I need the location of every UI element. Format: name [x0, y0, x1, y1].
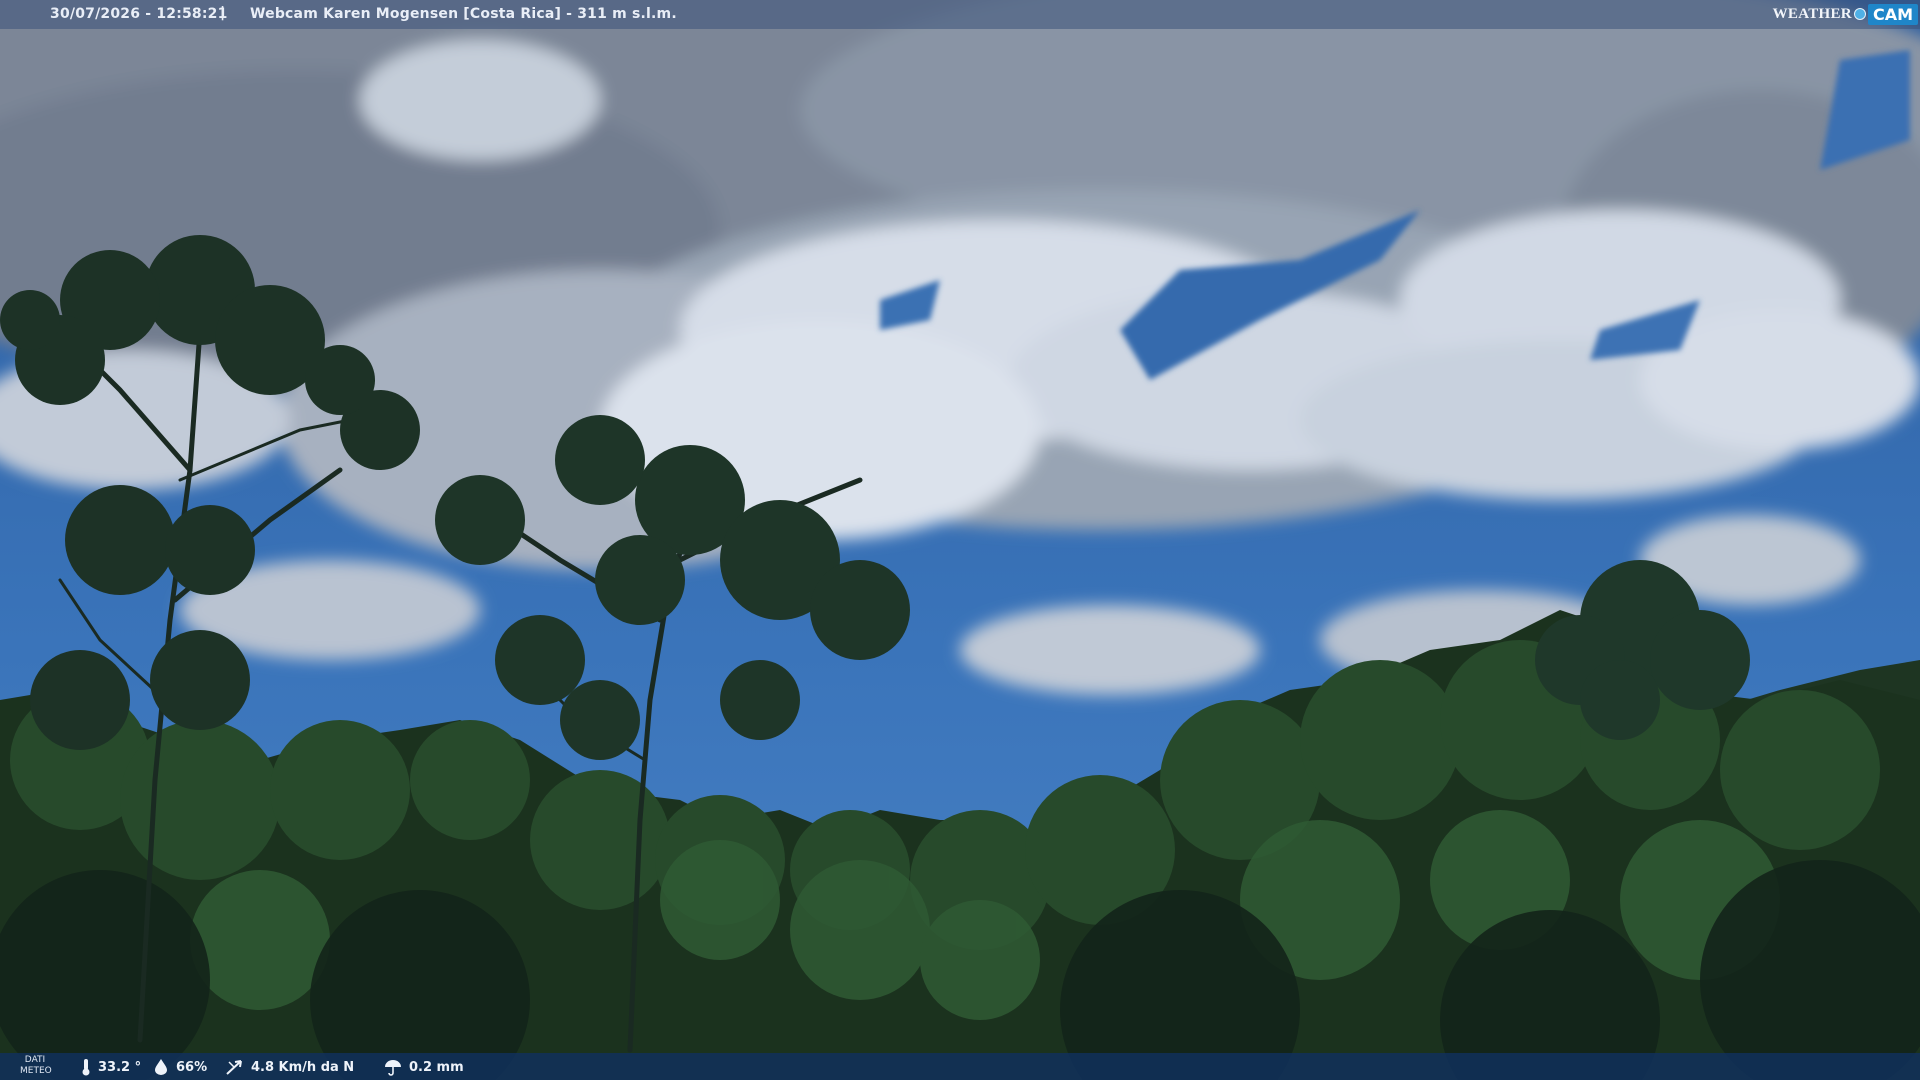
rain-value: 0.2 mm	[409, 1059, 464, 1075]
weathercam-logo: WEATHER CAM	[1773, 2, 1918, 26]
umbrella-icon	[385, 1060, 401, 1076]
timestamp: 30/07/2026 - 12:58:21	[50, 6, 228, 22]
wind-arrow-icon	[226, 1060, 242, 1075]
humidity-reading: 66%	[152, 1058, 207, 1076]
rain-reading: 0.2 mm	[383, 1058, 464, 1076]
thermometer-icon	[82, 1059, 90, 1076]
temperature-value: 33.2 °	[98, 1059, 142, 1075]
humidity-drop-icon	[155, 1059, 167, 1075]
top-info-bar: 30/07/2026 - 12:58:21 | Webcam Karen Mog…	[0, 0, 1920, 29]
wind-reading: 4.8 Km/h da N	[225, 1058, 354, 1076]
webcam-title: Webcam Karen Mogensen [Costa Rica] - 311…	[250, 6, 677, 22]
wind-value: 4.8 Km/h da N	[251, 1059, 355, 1075]
logo-cam: CAM	[1867, 3, 1918, 25]
weather-label: DATI METEO	[20, 1055, 52, 1076]
humidity-value: 66%	[176, 1059, 208, 1075]
logo-word: WEATHER	[1772, 5, 1852, 22]
weather-data-bar: DATI METEO 33.2 ° 66% 4.8 Km/h da N 0.2 …	[0, 1053, 1920, 1080]
logo-dot-icon	[1853, 8, 1866, 20]
separator: |	[220, 5, 226, 21]
webcam-frame: 30/07/2026 - 12:58:21 | Webcam Karen Mog…	[0, 0, 1920, 1080]
webcam-image	[0, 0, 1920, 1080]
temperature-reading: 33.2 °	[80, 1058, 141, 1076]
